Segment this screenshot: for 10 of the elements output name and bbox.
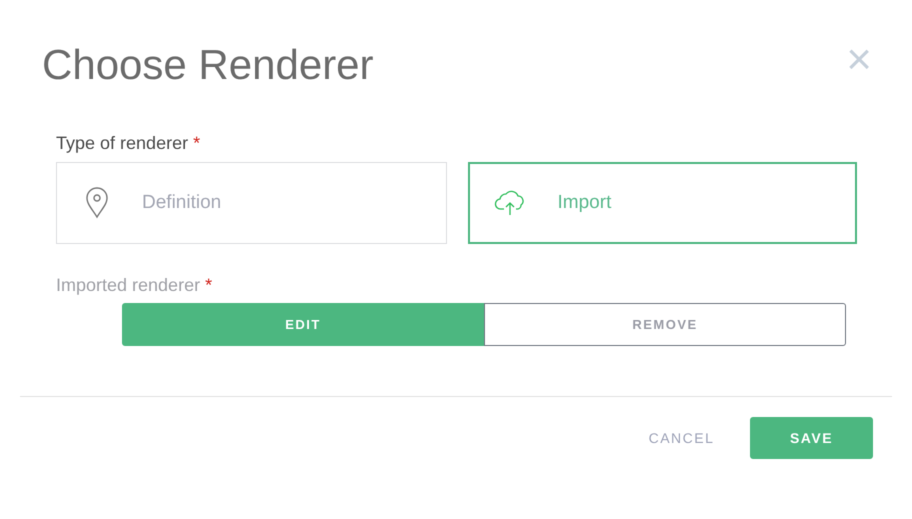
cloud-upload-icon <box>494 189 526 217</box>
close-button[interactable]: × <box>846 38 872 82</box>
dialog-title: Choose Renderer <box>42 42 374 88</box>
cancel-button[interactable]: CANCEL <box>620 417 743 459</box>
field-label: Type of renderer * <box>56 132 202 155</box>
option-tile[interactable]: Definition <box>56 162 446 244</box>
field-label: Imported renderer * <box>56 274 214 297</box>
save-button[interactable]: SAVE <box>750 417 873 459</box>
pin-icon <box>84 187 110 219</box>
option-tile[interactable]: Import <box>468 162 857 244</box>
